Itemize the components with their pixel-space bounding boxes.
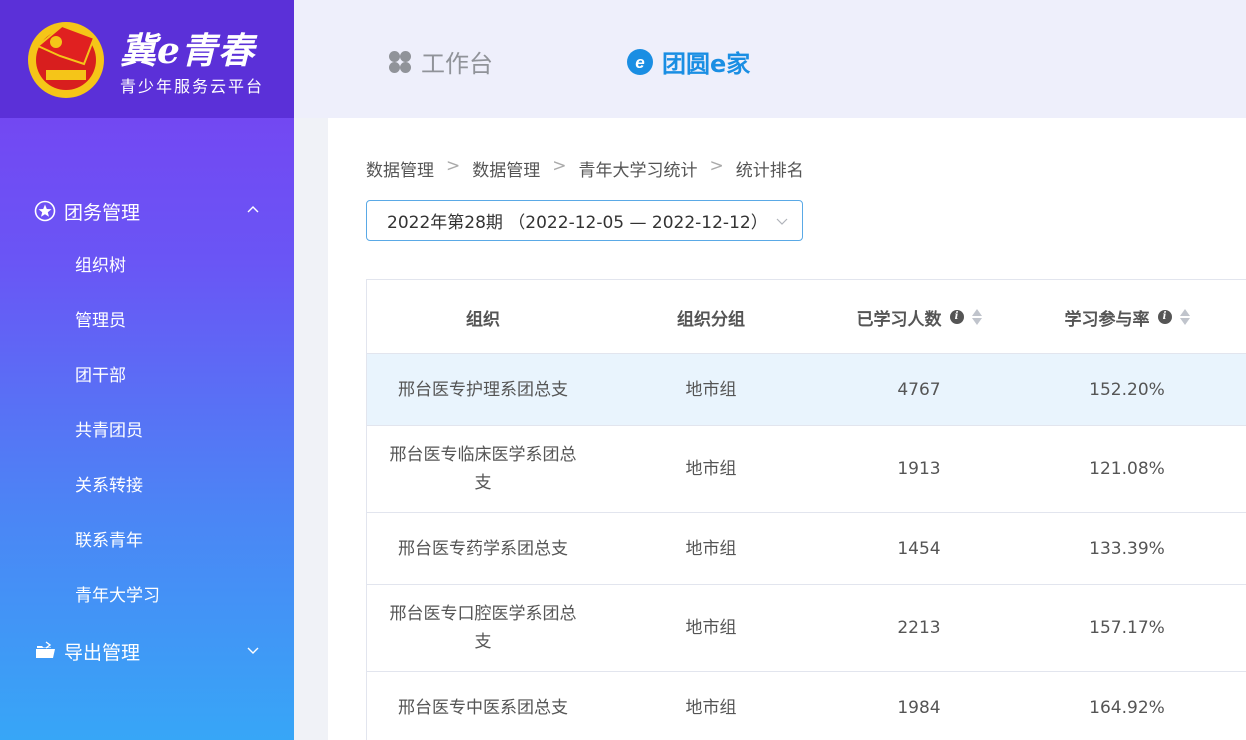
breadcrumb-item[interactable]: 数据管理: [472, 156, 540, 181]
tab-family[interactable]: e 团圆e家: [626, 44, 750, 79]
cell-org: 邢台医专口腔医学系团总支: [389, 604, 577, 652]
cell-count: 2213: [897, 618, 941, 638]
cell-group: 地市组: [685, 618, 737, 638]
column-header-org: 组织: [466, 309, 500, 330]
sort-icon[interactable]: [971, 309, 982, 325]
column-header-rate[interactable]: 学习参与率 i: [1015, 280, 1239, 354]
menu-group-league-affairs[interactable]: 团务管理: [0, 190, 294, 230]
chevron-up-icon: [247, 206, 259, 213]
table-header: 组织 组织分组 已学习人数 i 学习参与率 i: [367, 280, 1246, 354]
column-header-group: 组织分组: [677, 309, 745, 330]
tab-family-label: 团圆e家: [662, 50, 751, 78]
menu-group-label: 团务管理: [64, 202, 141, 224]
cell-rate: 121.08%: [1089, 459, 1165, 479]
sidebar-item-contact-youth[interactable]: 联系青年: [75, 526, 143, 551]
info-icon[interactable]: i: [949, 310, 964, 324]
breadcrumb-separator: >: [709, 156, 724, 176]
cell-org: 邢台医专护理系团总支: [398, 379, 568, 400]
period-select[interactable]: 2022年第28期 （2022-12-05 — 2022-12-12）: [366, 200, 803, 241]
menu-group-label: 导出管理: [64, 642, 141, 664]
cell-rate: 133.39%: [1089, 538, 1165, 559]
breadcrumb-item-current: 统计排名: [735, 161, 804, 181]
period-select-value: 2022年第28期 （2022-12-05 — 2022-12-12）: [387, 213, 768, 233]
chevron-down-icon: [776, 218, 788, 225]
cell-group: 地市组: [685, 379, 737, 400]
cell-org: 邢台医专临床医学系团总支: [389, 445, 577, 493]
cell-group: 地市组: [685, 697, 737, 718]
cell-count: 1984: [897, 697, 941, 718]
menu-group-export[interactable]: 导出管理: [0, 630, 294, 670]
ranking-table: 组织 组织分组 已学习人数 i 学习参与率 i 邢台医专护理系团总支 地市组 4…: [366, 279, 1246, 740]
breadcrumb-item[interactable]: 数据管理: [366, 156, 434, 181]
tab-workbench-label: 工作台: [421, 50, 493, 78]
folder-export-icon: [36, 641, 55, 658]
youth-league-emblem-icon: [28, 22, 104, 98]
cell-count: 4767: [897, 379, 941, 400]
sort-icon[interactable]: [1179, 309, 1190, 325]
breadcrumb-separator: >: [446, 156, 461, 176]
top-header: 工作台 e 团圆e家: [294, 0, 1246, 118]
breadcrumb: 数据管理 > 数据管理 > 青年大学习统计 > 统计排名: [366, 156, 804, 181]
sidebar-item-cadres[interactable]: 团干部: [75, 361, 126, 386]
e-circle-icon: e: [627, 48, 653, 75]
cell-count: 1913: [897, 459, 941, 479]
info-icon[interactable]: i: [1157, 310, 1172, 324]
cell-rate: 164.92%: [1089, 697, 1165, 718]
sidebar-item-admins[interactable]: 管理员: [75, 306, 126, 331]
sidebar-item-members[interactable]: 共青团员: [75, 416, 143, 441]
grid-clover-icon: [389, 50, 411, 73]
cell-group: 地市组: [685, 538, 737, 559]
table-row[interactable]: 邢台医专中医系团总支 地市组 1984 164.92%: [367, 672, 1246, 740]
table-row[interactable]: 邢台医专临床医学系团总支 地市组 1913 121.08%: [367, 426, 1246, 513]
brand-header: 冀e青春 青少年服务云平台: [0, 0, 294, 118]
cell-count: 1454: [897, 538, 941, 559]
svg-text:e: e: [635, 53, 644, 72]
star-circle-icon: [34, 200, 56, 222]
chevron-down-icon: [247, 647, 259, 654]
column-header-count[interactable]: 已学习人数 i: [823, 280, 1015, 354]
cell-rate: 152.20%: [1089, 379, 1165, 400]
breadcrumb-item[interactable]: 青年大学习统计: [579, 156, 698, 181]
cell-org: 邢台医专中医系团总支: [398, 697, 568, 718]
brand-title: 冀e青春: [120, 30, 255, 72]
table-row[interactable]: 邢台医专药学系团总支 地市组 1454 133.39%: [367, 513, 1246, 585]
cell-group: 地市组: [685, 459, 737, 479]
sidebar: 冀e青春 青少年服务云平台 团务管理 组织树 管理员 团干部 共青团员 关系转接…: [0, 0, 294, 740]
brand-subtitle: 青少年服务云平台: [120, 77, 265, 96]
breadcrumb-separator: >: [552, 156, 567, 176]
cell-org: 邢台医专药学系团总支: [398, 538, 568, 559]
main-content: 数据管理 > 数据管理 > 青年大学习统计 > 统计排名 2022年第28期 （…: [328, 118, 1246, 740]
cell-rate: 157.17%: [1089, 618, 1165, 638]
sidebar-item-youth-study[interactable]: 青年大学习: [75, 581, 160, 606]
table-row[interactable]: 邢台医专口腔医学系团总支 地市组 2213 157.17%: [367, 585, 1246, 672]
table-row[interactable]: 邢台医专护理系团总支 地市组 4767 152.20%: [367, 354, 1246, 426]
sidebar-item-transfer[interactable]: 关系转接: [75, 471, 143, 496]
sidebar-item-org-tree[interactable]: 组织树: [75, 251, 126, 276]
tab-workbench[interactable]: 工作台: [387, 44, 493, 79]
